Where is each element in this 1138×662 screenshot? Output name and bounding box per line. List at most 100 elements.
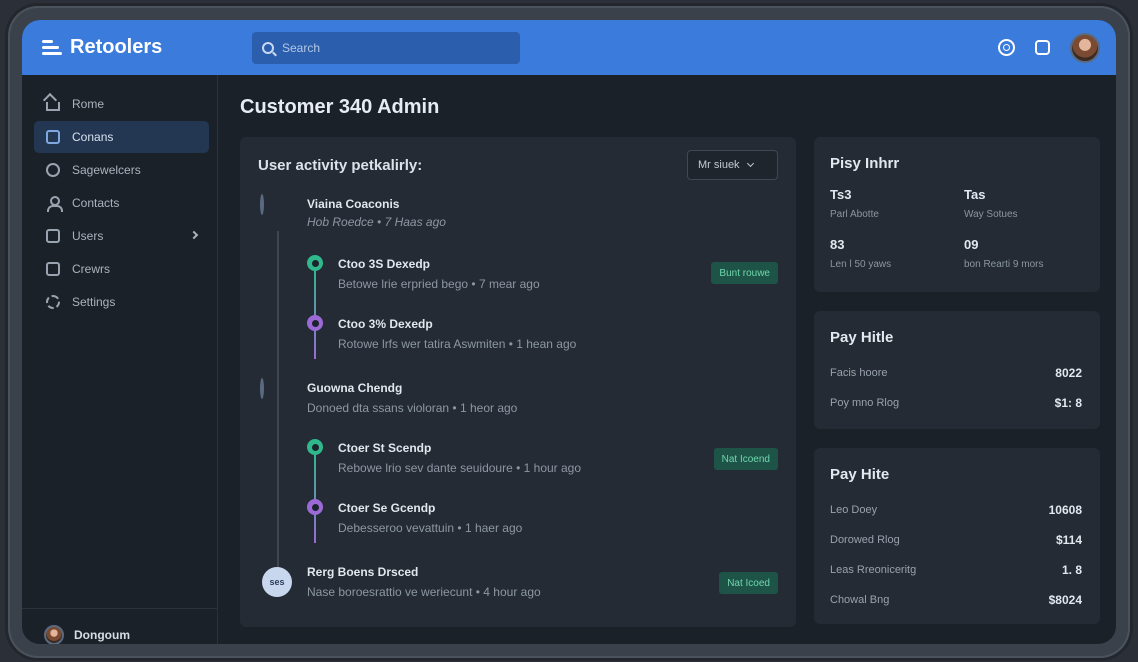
sidebar-item-crewrs[interactable]: Crewrs: [34, 253, 209, 285]
activity-item-name[interactable]: Ctoo 3% Dexedp: [338, 317, 433, 331]
settings-circle-icon[interactable]: [998, 39, 1015, 56]
box-icon: [46, 229, 60, 243]
sidebar-item-rome[interactable]: Rome: [34, 88, 209, 120]
box-icon: [46, 262, 60, 276]
sidebar-item-label: Crewrs: [72, 262, 110, 276]
sidebar-item-settings[interactable]: Settings: [34, 286, 209, 318]
activity-item-name[interactable]: Ctoer Se Gcendp: [338, 501, 435, 515]
app-screen: Retoolers Rome Conans: [22, 20, 1116, 644]
activity-meta: Donoed dta ssans violoran • 1 heor ago: [307, 401, 518, 415]
activity-item-name[interactable]: Ctoer St Scendp: [338, 441, 431, 455]
stat-value: 09: [964, 237, 979, 252]
home-icon: [46, 101, 60, 111]
activity-item-meta: Rotowe lrfs wer tatira Aswmiten • 1 hean…: [338, 337, 577, 351]
sidebar-item-label: Contacts: [72, 196, 120, 210]
chevron-right-icon: [189, 230, 199, 240]
sidebar-item-conans[interactable]: Conans: [34, 121, 209, 153]
status-badge: Nat Icoed: [719, 572, 778, 594]
stat-label: Parl Abotte: [830, 209, 879, 220]
row-value: 8022: [1055, 366, 1082, 380]
row-label: Chowal Bng: [830, 594, 890, 606]
status-badge: Bunt rouwe: [711, 262, 778, 284]
sidebar-item-users[interactable]: Users: [34, 220, 209, 252]
pay-summary-panel: Pay Hite Leo Doey 10608 Dorowed Rlog $11…: [814, 448, 1100, 624]
chevron-down-icon: [746, 159, 754, 168]
window-icon[interactable]: [1035, 40, 1050, 55]
user-avatar: [44, 624, 64, 644]
status-dot-icon: [307, 315, 323, 331]
activity-avatar[interactable]: ses: [260, 565, 294, 599]
box-icon: [46, 130, 60, 144]
timeline-branch: [314, 269, 316, 359]
info-panel: Pisy Inhrr Ts3 Parl Abotte Tas Way Sotue…: [814, 137, 1100, 292]
activity-item-meta: Debesseroo vevattuin • 1 haer ago: [338, 521, 523, 535]
sidebar: Rome Conans Sagewelcers Contacts Users C…: [22, 75, 218, 644]
activity-user-name[interactable]: Rerg Boens Drsced: [307, 565, 418, 579]
page-title: Customer 340 Admin: [240, 96, 440, 118]
row-value: $114: [1055, 533, 1082, 547]
user-avatar: [260, 194, 264, 215]
status-dot-icon: [307, 439, 323, 455]
brand[interactable]: Retoolers: [42, 36, 252, 59]
row-label: Facis hoore: [830, 367, 888, 379]
row-label: Leas Rreoniceritg: [830, 564, 917, 576]
sidebar-item-sagewelcers[interactable]: Sagewelcers: [34, 154, 209, 186]
gear-icon: [46, 295, 60, 309]
sidebar-user[interactable]: Dongoum: [22, 608, 217, 644]
ring-icon: [46, 163, 60, 177]
user-avatar: [260, 378, 264, 399]
activity-item-meta: Betowe lrie erpried bego • 7 mear ago: [338, 277, 540, 291]
row-value: 10608: [1048, 503, 1082, 517]
panel-title: Pay Hite: [830, 466, 890, 483]
device-frame: Retoolers Rome Conans: [8, 6, 1130, 658]
initials-avatar: ses: [262, 567, 292, 597]
activity-user-name[interactable]: Viaina Coaconis: [307, 197, 399, 211]
filter-value: Mr siuek: [698, 159, 740, 171]
row-value: 1. 8: [1061, 563, 1082, 577]
stat-value: 83: [830, 237, 845, 252]
activity-item-name[interactable]: Ctoo 3S Dexedp: [338, 257, 430, 271]
person-icon: [46, 196, 63, 212]
status-badge: Nat Icoend: [713, 448, 778, 470]
header-actions: [998, 32, 1100, 63]
stat-label: Len l 50 yaws: [830, 259, 892, 270]
stat-label: Way Sotues: [964, 209, 1018, 220]
activity-meta: Hob Roedce • 7 Haas ago: [307, 215, 446, 229]
sidebar-user-name: Dongoum: [74, 627, 130, 642]
activity-item-meta: Rebowe lrio sev dante seuidoure • 1 hour…: [338, 461, 582, 475]
sidebar-item-label: Rome: [72, 97, 105, 111]
stat-value: Tas: [964, 187, 986, 202]
timeline-branch: [314, 453, 316, 543]
row-value: $1: 8: [1054, 396, 1082, 410]
row-label: Dorowed Rlog: [830, 534, 900, 546]
app-name: Retoolers: [70, 36, 163, 58]
stat-value: Ts3: [830, 187, 852, 202]
status-dot-icon: [307, 499, 323, 515]
sidebar-item-label: Sagewelcers: [72, 163, 141, 177]
panel-title: Pay Hitle: [830, 329, 894, 346]
panel-title: Pisy Inhrr: [830, 155, 900, 172]
search-box[interactable]: [252, 31, 520, 64]
sidebar-item-label: Conans: [72, 130, 114, 144]
search-input[interactable]: [282, 40, 502, 55]
activity-meta: Nase boroesrattio ve weriecunt • 4 hour …: [307, 585, 541, 599]
sidebar-item-label: Settings: [72, 295, 116, 309]
activity-card: User activity petkalirly: Mr siuek Viain…: [240, 137, 796, 627]
row-label: Poy mno Rlog: [830, 397, 900, 409]
row-label: Leo Doey: [830, 504, 878, 516]
sidebar-nav: Rome Conans Sagewelcers Contacts Users C…: [22, 75, 217, 318]
sidebar-item-contacts[interactable]: Contacts: [34, 187, 209, 219]
top-bar: Retoolers: [22, 20, 1116, 75]
status-dot-icon: [307, 255, 323, 271]
row-value: $8024: [1048, 593, 1082, 607]
sidebar-item-label: Users: [72, 229, 104, 243]
activity-filter-dropdown[interactable]: Mr siuek: [687, 150, 778, 180]
activity-title: User activity petkalirly:: [258, 157, 423, 174]
stat-label: bon Rearti 9 mors: [964, 259, 1044, 270]
user-avatar[interactable]: [1070, 32, 1100, 63]
activity-avatar[interactable]: [260, 194, 294, 230]
pay-panel: Pay Hitle Facis hoore 8022 Poy mno Rlog …: [814, 311, 1100, 429]
activity-user-name[interactable]: Guowna Chendg: [307, 381, 402, 395]
menu-logo-icon: [42, 39, 62, 56]
activity-avatar[interactable]: [260, 378, 294, 414]
